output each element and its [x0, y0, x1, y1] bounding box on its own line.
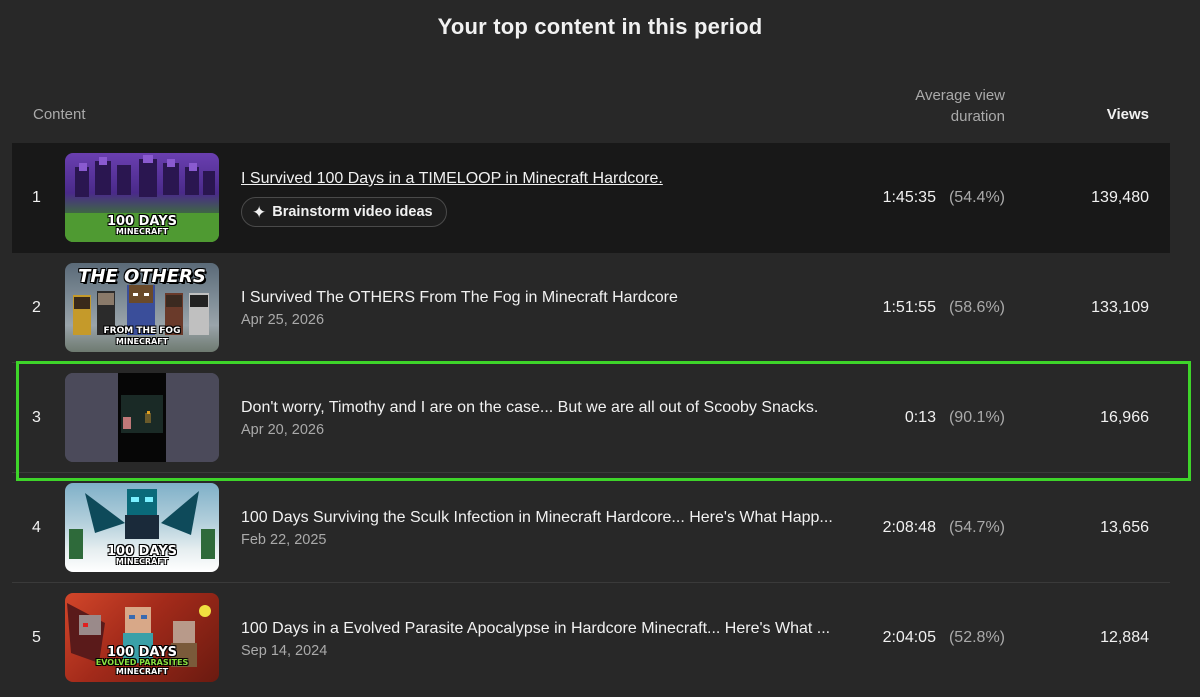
video-info: Don't worry, Timothy and I are on the ca…	[241, 363, 861, 472]
publish-date: Sep 14, 2024	[241, 642, 328, 659]
avg-view-duration-cell: 0:13 (90.1%)	[905, 363, 1005, 472]
table-row[interactable]: 5 100 DAYS EVOLVED PARASITES MINECRAFT 1…	[12, 583, 1170, 693]
video-thumbnail[interactable]: THE OTHERS FROM THE FOG MINECRAFT	[65, 263, 219, 352]
views-cell: 133,109	[1091, 298, 1149, 316]
table-row[interactable]: 2 THE OTHERS FROM THE FOG MINECRAFT I Su…	[12, 253, 1170, 363]
video-thumbnail[interactable]: 100 DAYS EVOLVED PARASITES MINECRAFT	[65, 593, 219, 682]
duration-value: 1:51:55	[882, 298, 936, 316]
table-header: Content Average view duration Views	[0, 84, 1200, 134]
brainstorm-label: Brainstorm video ideas	[272, 204, 433, 220]
duration-value: 0:13	[904, 408, 936, 426]
duration-percent: (52.8%)	[948, 629, 1005, 646]
table-row[interactable]: 4 100 DAYS MINECRAFT 100 Days Surviving …	[12, 473, 1170, 583]
video-info: I Survived 100 Days in a TIMELOOP in Min…	[241, 143, 861, 252]
views-cell: 139,480	[1091, 188, 1149, 206]
publish-date: Feb 22, 2025	[241, 532, 327, 548]
views-cell: 12,884	[1100, 629, 1149, 646]
sparkle-icon: ✦	[252, 202, 267, 222]
thumbnail-caption: FROM THE FOG MINECRAFT	[103, 326, 181, 346]
row-rank: 2	[32, 298, 41, 316]
video-thumbnail[interactable]: 100 DAYS MINECRAFT	[65, 483, 219, 572]
duration-percent: (58.6%)	[948, 298, 1005, 316]
avg-view-duration-cell: 1:51:55 (58.6%)	[883, 253, 1005, 362]
row-rank: 5	[32, 629, 41, 646]
duration-value: 1:45:35	[882, 188, 936, 206]
avg-view-duration-cell: 2:04:05 (52.8%)	[883, 583, 1005, 693]
row-rank: 4	[32, 518, 41, 536]
row-rank: 1	[32, 188, 41, 206]
duration-percent: (90.1%)	[948, 408, 1005, 426]
duration-value: 2:08:48	[882, 518, 936, 536]
section-title: Your top content in this period	[437, 14, 763, 39]
video-thumbnail[interactable]	[65, 373, 219, 462]
duration-percent: (54.7%)	[948, 518, 1005, 536]
content-table: 1 100 DAYS MINECRAFT I Survived 100 Days…	[12, 143, 1170, 693]
publish-date: Apr 25, 2026	[241, 312, 325, 328]
video-info: 100 Days Surviving the Sculk Infection i…	[241, 473, 861, 582]
duration-percent: (54.4%)	[948, 188, 1005, 206]
duration-value: 2:04:05	[882, 629, 936, 646]
thumbnail-headline: THE OTHERS	[78, 266, 206, 287]
brainstorm-video-ideas-button[interactable]: ✦ Brainstorm video ideas	[241, 197, 447, 227]
short-video-thumbnail-icon	[65, 373, 219, 462]
video-title[interactable]: Don't worry, Timothy and I are on the ca…	[241, 397, 861, 419]
thumbnail-caption: 100 DAYS MINECRAFT	[106, 544, 178, 566]
table-row[interactable]: 3 Don't worry, Timothy and I are on the …	[12, 363, 1170, 473]
video-title[interactable]: 100 Days in a Evolved Parasite Apocalyps…	[241, 618, 861, 640]
views-cell: 13,656	[1100, 518, 1149, 536]
video-info: 100 Days in a Evolved Parasite Apocalyps…	[241, 583, 861, 693]
publish-date: Apr 20, 2026	[241, 422, 325, 438]
views-cell: 16,966	[1100, 408, 1149, 426]
row-rank: 3	[32, 408, 41, 426]
column-header-content: Content	[33, 106, 86, 123]
thumbnail-caption: 100 DAYS MINECRAFT	[106, 214, 178, 236]
table-row[interactable]: 1 100 DAYS MINECRAFT I Survived 100 Days…	[12, 143, 1170, 253]
top-content-panel: Your top content in this period Content …	[0, 0, 1200, 697]
avg-view-duration-cell: 1:45:35 (54.4%)	[883, 143, 1005, 252]
video-title-link[interactable]: I Survived 100 Days in a TIMELOOP in Min…	[241, 168, 861, 190]
column-header-views[interactable]: Views	[1107, 106, 1149, 123]
video-title[interactable]: I Survived The OTHERS From The Fog in Mi…	[241, 287, 861, 309]
video-thumbnail[interactable]: 100 DAYS MINECRAFT	[65, 153, 219, 242]
video-info: I Survived The OTHERS From The Fog in Mi…	[241, 253, 861, 362]
avg-view-duration-cell: 2:08:48 (54.7%)	[883, 473, 1005, 582]
thumbnail-caption: 100 DAYS EVOLVED PARASITES MINECRAFT	[95, 645, 189, 676]
video-title[interactable]: 100 Days Surviving the Sculk Infection i…	[241, 507, 861, 529]
column-header-avg-view-duration[interactable]: Average view duration	[865, 85, 1005, 127]
